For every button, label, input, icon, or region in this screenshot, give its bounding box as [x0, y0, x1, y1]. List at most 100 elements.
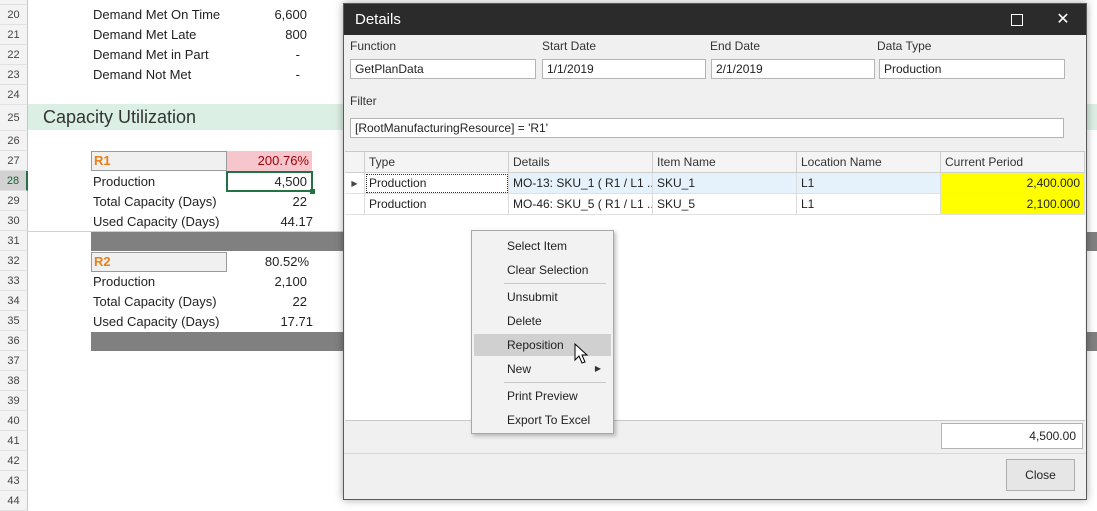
grid-cell-current[interactable]: 2,100.000 [941, 194, 1085, 215]
r2-total-value[interactable]: 22 [250, 292, 307, 312]
menu-item-unsubmit[interactable]: Unsubmit [474, 286, 611, 308]
column-header-type[interactable]: Type [365, 152, 509, 173]
footer-separator [344, 453, 1086, 454]
row-number[interactable]: 20 [0, 5, 28, 25]
grid-cell-type[interactable]: Production [365, 194, 509, 215]
grid-cell-location[interactable]: L1 [797, 194, 941, 215]
row-number[interactable]: 30 [0, 211, 28, 231]
fill-handle[interactable] [310, 189, 315, 194]
demand-label[interactable]: Demand Met On Time [93, 5, 233, 25]
row-number [0, 0, 28, 5]
row-number[interactable]: 44 [0, 491, 28, 511]
context-menu: Select Item Clear Selection Unsubmit Del… [471, 230, 614, 434]
column-header-details[interactable]: Details [509, 152, 653, 173]
row-number[interactable]: 42 [0, 451, 28, 471]
r2-pct[interactable]: 80.52% [227, 252, 309, 272]
start-date-label: Start Date [542, 39, 597, 53]
row-number[interactable]: 26 [0, 131, 28, 151]
dialog-title: Details [355, 11, 401, 28]
submenu-arrow-icon: ▶ [594, 364, 601, 373]
data-type-input[interactable] [879, 59, 1065, 79]
grid-cell-current[interactable]: 2,400.000 [941, 173, 1085, 194]
r2-total-label[interactable]: Total Capacity (Days) [93, 292, 233, 312]
row-number[interactable]: 29 [0, 191, 28, 211]
close-window-button[interactable]: ✕ [1040, 4, 1086, 35]
row-selected-indicator-icon[interactable]: ▶ [345, 173, 365, 194]
gray-band [91, 332, 344, 351]
r2-label[interactable]: R2 [94, 252, 134, 272]
r1-used-value[interactable]: 44.17 [250, 212, 313, 232]
row-number[interactable]: 22 [0, 45, 28, 65]
filter-input[interactable] [350, 118, 1064, 138]
gray-band-right [1087, 332, 1097, 351]
gray-band-right [1087, 232, 1097, 251]
row-number[interactable]: 37 [0, 351, 28, 371]
row-number[interactable]: 33 [0, 271, 28, 291]
menu-item-clear-selection[interactable]: Clear Selection [474, 259, 611, 281]
r1-pct[interactable]: 200.76% [227, 151, 309, 171]
row-number[interactable]: 39 [0, 391, 28, 411]
row-number[interactable]: 43 [0, 471, 28, 491]
grid-cell-details[interactable]: MO-13: SKU_1 ( R1 / L1 ... [509, 173, 653, 194]
row-number[interactable]: 27 [0, 151, 28, 171]
section-title[interactable]: Capacity Utilization [43, 104, 196, 130]
row-number[interactable]: 32 [0, 251, 28, 271]
menu-item-new[interactable]: New ▶ [474, 358, 611, 380]
demand-value[interactable]: - [250, 45, 300, 65]
row-number[interactable]: 24 [0, 85, 28, 105]
row-number[interactable]: 36 [0, 331, 28, 351]
grid-cell-item[interactable]: SKU_1 [653, 173, 797, 194]
total-field: 4,500.00 [941, 423, 1083, 449]
menu-separator [504, 283, 606, 284]
grid-cell-item[interactable]: SKU_5 [653, 194, 797, 215]
menu-item-print-preview[interactable]: Print Preview [474, 385, 611, 407]
row-number-selected[interactable]: 28 [0, 171, 28, 191]
function-input[interactable] [350, 59, 536, 79]
row-number[interactable]: 41 [0, 431, 28, 451]
grid-cell-location[interactable]: L1 [797, 173, 941, 194]
demand-value[interactable]: 800 [250, 25, 307, 45]
menu-item-select-item[interactable]: Select Item [474, 235, 611, 257]
r2-production-value[interactable]: 2,100 [230, 272, 307, 292]
row-number[interactable]: 35 [0, 311, 28, 331]
close-button[interactable]: Close [1006, 459, 1075, 491]
demand-label[interactable]: Demand Met Late [93, 25, 233, 45]
column-header-item[interactable]: Item Name [653, 152, 797, 173]
r2-used-label[interactable]: Used Capacity (Days) [93, 312, 233, 332]
row-number[interactable]: 31 [0, 231, 28, 251]
row-number[interactable]: 38 [0, 371, 28, 391]
menu-item-reposition[interactable]: Reposition [474, 334, 611, 356]
row-indicator[interactable] [345, 194, 365, 215]
menu-item-export-to-excel[interactable]: Export To Excel [474, 409, 611, 431]
row-number[interactable]: 40 [0, 411, 28, 431]
end-date-label: End Date [710, 39, 761, 53]
demand-value[interactable]: - [250, 65, 300, 85]
grid-cell-type[interactable]: Production [365, 173, 509, 194]
end-date-input[interactable] [711, 59, 875, 79]
r1-total-label[interactable]: Total Capacity (Days) [93, 192, 233, 212]
details-grid[interactable]: Type Details Item Name Location Name Cur… [345, 151, 1085, 421]
r1-production-value[interactable]: 4,500 [230, 172, 307, 192]
r2-production-label[interactable]: Production [93, 272, 223, 292]
close-icon: ✕ [1056, 11, 1070, 28]
maximize-button[interactable] [994, 4, 1040, 35]
row-number[interactable]: 21 [0, 25, 28, 45]
r1-production-label[interactable]: Production [93, 172, 223, 192]
demand-label[interactable]: Demand Not Met [93, 65, 233, 85]
grid-cell-details[interactable]: MO-46: SKU_5 ( R1 / L1 ... [509, 194, 653, 215]
start-date-input[interactable] [542, 59, 706, 79]
row-number[interactable]: 23 [0, 65, 28, 85]
column-header-current[interactable]: Current Period [941, 152, 1085, 173]
demand-label[interactable]: Demand Met in Part [93, 45, 233, 65]
row-number[interactable]: 34 [0, 291, 28, 311]
menu-item-delete[interactable]: Delete [474, 310, 611, 332]
r1-total-value[interactable]: 22 [250, 192, 307, 212]
r2-used-value[interactable]: 17.71 [250, 312, 313, 332]
column-header-location[interactable]: Location Name [797, 152, 941, 173]
r1-label[interactable]: R1 [94, 151, 134, 171]
r1-used-label[interactable]: Used Capacity (Days) [93, 212, 233, 232]
dialog-titlebar[interactable]: Details ✕ [344, 4, 1086, 35]
menu-separator [504, 382, 606, 383]
row-number[interactable]: 25 [0, 105, 28, 131]
demand-value[interactable]: 6,600 [250, 5, 307, 25]
